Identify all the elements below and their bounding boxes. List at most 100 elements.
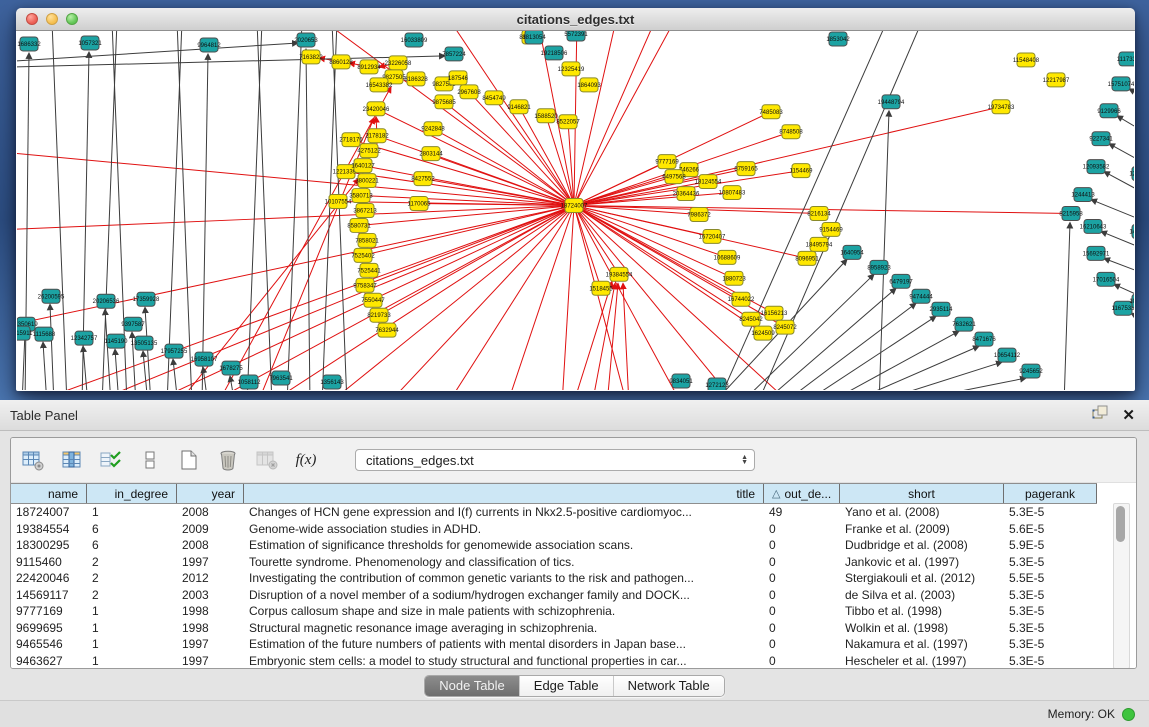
graph-edge[interactable] [623,283,629,390]
table-cell[interactable]: 2 [87,588,177,602]
graph-node[interactable]: 1057321 [78,36,102,50]
graph-node[interactable]: 7963541 [269,371,293,385]
graph-edge[interactable] [207,206,574,390]
graph-node[interactable]: 8471676 [972,332,996,346]
table-cell[interactable]: 18724007 [11,505,87,519]
graph-node[interactable]: 1170065 [408,197,432,211]
zoom-button[interactable] [66,13,78,25]
graph-node[interactable]: 9129966 [1097,104,1121,118]
graph-node[interactable]: 8748508 [779,125,803,139]
graph-edge[interactable] [761,288,896,390]
memory-ok-indicator[interactable] [1122,708,1135,721]
graph-node[interactable]: 9875685 [432,95,456,109]
graph-node[interactable]: 2967608 [457,85,481,99]
table-cell[interactable]: Nakamura et al. (1997) [840,637,1004,651]
table-cell[interactable]: 2 [87,555,177,569]
graph-node[interactable]: 8522057 [556,115,580,129]
graph-node[interactable]: 20364436 [673,187,700,201]
graph-node[interactable]: 13505135 [131,336,158,350]
graph-node[interactable]: 1853042 [826,32,850,46]
graph-node[interactable]: 8759165 [734,162,758,176]
column-header-in_degree[interactable]: in_degree [87,484,177,503]
table-cell[interactable]: 1997 [177,637,244,651]
network-canvas[interactable]: 1872400771638228860128891293423226058982… [17,31,1134,390]
table-cell[interactable]: Structural magnetic resonance image aver… [244,621,764,635]
table-row[interactable]: 911546021997Tourette syndrome. Phenomeno… [11,554,1097,571]
graph-edge[interactable] [377,136,574,206]
graph-node[interactable]: 16033809 [401,33,428,47]
close-panel-icon[interactable]: ✕ [1122,408,1135,423]
graph-node[interactable]: 2020653 [294,33,318,47]
graph-node[interactable]: 16958107 [191,352,218,366]
column-header-year[interactable]: year [177,484,244,503]
graph-node[interactable]: 5572391 [564,31,588,41]
table-cell[interactable]: 6 [87,522,177,536]
graph-node[interactable]: 1154469 [790,164,814,178]
graph-node[interactable]: 8912934 [357,60,381,74]
table-cell[interactable]: Estimation of the future numbers of pati… [244,637,764,651]
table-cell[interactable]: Changes of HCN gene expression and I(f) … [244,505,764,519]
scrollbar-thumb[interactable] [1116,506,1125,542]
graph-node[interactable]: 8245072 [773,320,797,334]
table-cell[interactable]: Genome-wide association studies in ADHD. [244,522,764,536]
select-rows-button[interactable] [99,448,123,472]
table-cell[interactable]: 5.3E-5 [1004,555,1097,569]
graph-node[interactable]: 7857224 [442,47,466,61]
graph-node[interactable]: 1678275 [219,361,243,375]
graph-node[interactable]: 12342757 [71,331,98,345]
graph-node[interactable]: 9397587 [121,317,145,331]
graph-node[interactable]: 16156213 [761,306,788,320]
graph-node[interactable]: 8454749 [482,91,506,105]
graph-node[interactable]: 1272123 [705,378,729,390]
table-cell[interactable]: Tibbo et al. (1998) [840,604,1004,618]
graph-node[interactable]: 19448794 [878,95,905,109]
table-scrollbar[interactable] [1113,503,1130,669]
graph-node[interactable]: 7485083 [759,105,783,119]
graph-node[interactable]: 8216134 [807,207,831,221]
graph-edge[interactable] [22,332,25,390]
graph-node[interactable]: 7550447 [361,293,385,307]
graph-node[interactable]: 19218506 [541,46,568,60]
table-selector-dropdown[interactable]: citations_edges.txt ▲▼ [355,449,755,471]
table-cell[interactable]: 5.3E-5 [1004,505,1097,519]
column-header-out_de[interactable]: △out_de... [764,484,840,503]
delete-column-button[interactable] [216,448,240,472]
graph-node[interactable]: 1117335 [1117,52,1134,66]
table-row[interactable]: 969969511998Structural magnetic resonanc… [11,620,1097,637]
graph-node[interactable]: 20206536 [93,294,120,308]
table-row[interactable]: 1456911722003Disruption of a novel membe… [11,587,1097,604]
table-cell[interactable]: Investigating the contribution of common… [244,571,764,585]
column-header-short[interactable]: short [840,484,1004,503]
table-cell[interactable]: Wolkin et al. (1998) [840,621,1004,635]
graph-edge[interactable] [173,359,178,390]
table-row[interactable]: 977716911998Corpus callosum shape and si… [11,603,1097,620]
table-cell[interactable]: 2009 [177,522,244,536]
table-cell[interactable]: 9699695 [11,621,87,635]
table-row[interactable]: 1938455462009Genome-wide association stu… [11,521,1097,538]
graph-edge[interactable] [267,206,574,390]
graph-node[interactable]: 9227341 [1089,132,1113,146]
graph-node[interactable]: 4275122 [357,144,381,158]
table-cell[interactable]: Yano et al. (2008) [840,505,1004,519]
graph-node[interactable]: 19384554 [606,267,633,281]
table-cell[interactable]: 0 [764,654,840,668]
table-cell[interactable]: Jankovic et al. (1997) [840,555,1004,569]
graph-node[interactable]: 19734783 [988,100,1015,114]
table-cell[interactable]: 5.5E-5 [1004,571,1097,585]
graph-node[interactable]: 3800221 [355,174,379,188]
graph-edge[interactable] [115,349,119,390]
table-cell[interactable]: Disruption of a novel member of a sodium… [244,588,764,602]
graph-edge[interactable] [824,331,959,390]
graph-node[interactable]: 1356143 [320,375,344,389]
table-row[interactable]: 2242004622012Investigating the contribut… [11,570,1097,587]
table-cell[interactable]: Franke et al. (2009) [840,522,1004,536]
table-cell[interactable]: 9463627 [11,654,87,668]
graph-node[interactable]: 7163822 [299,50,323,64]
table-cell[interactable]: 0 [764,538,840,552]
graph-node[interactable]: 26200595 [38,289,65,303]
graph-node[interactable]: 12325419 [558,62,585,76]
graph-edge[interactable] [143,351,148,390]
graph-node[interactable]: 12217987 [1043,73,1070,87]
graph-edge[interactable] [574,31,617,206]
table-cell[interactable]: 1 [87,654,177,668]
